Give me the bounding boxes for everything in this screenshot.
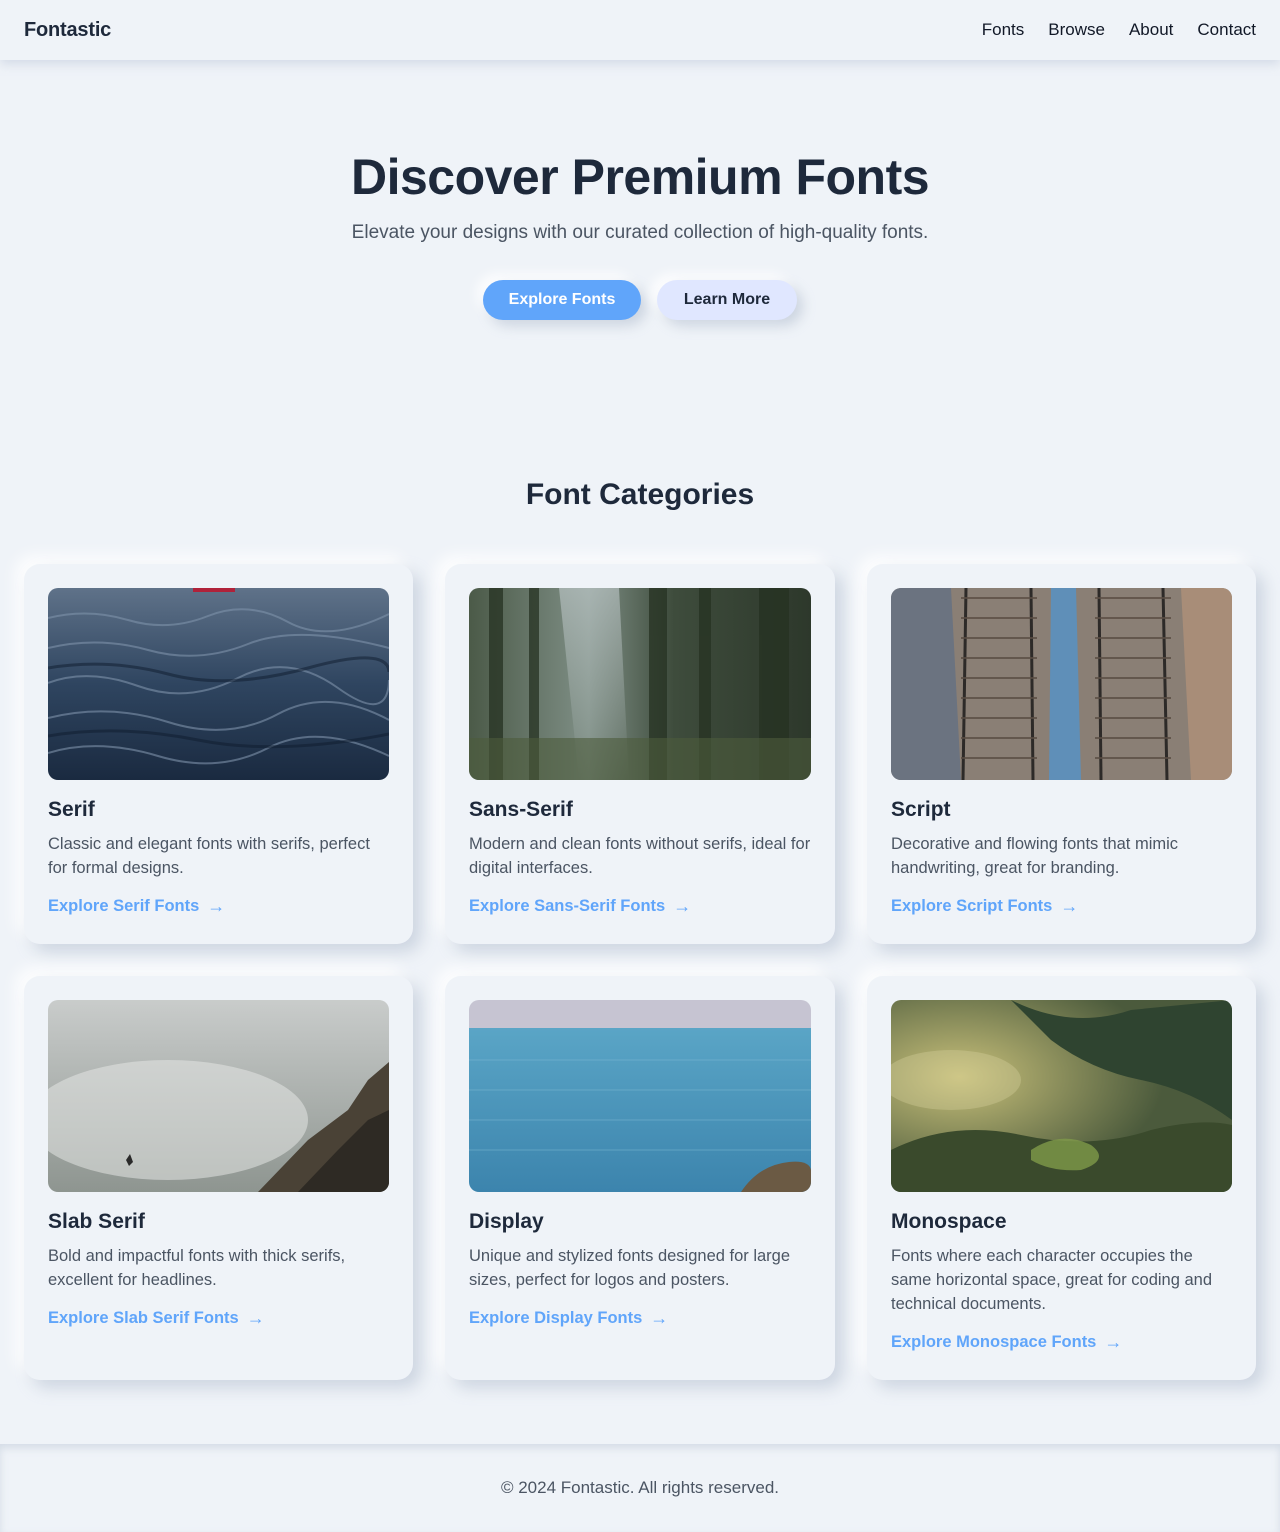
- misty-cliff-image: [48, 1000, 389, 1192]
- card-description: Decorative and flowing fonts that mimic …: [891, 835, 1179, 877]
- card-description: Fonts where each character occupies the …: [891, 1247, 1213, 1313]
- hero-actions: Explore Fonts Learn More: [0, 280, 1280, 320]
- card-link-label: Explore Monospace Fonts: [891, 1333, 1097, 1351]
- category-card-display: Display Unique and stylized fonts design…: [445, 976, 835, 1380]
- category-card-serif: Serif Classic and elegant fonts with ser…: [24, 564, 413, 944]
- arrow-right-icon: →: [1060, 896, 1079, 916]
- ocean-waves-image: [48, 588, 389, 780]
- nav-link-fonts[interactable]: Fonts: [982, 20, 1025, 40]
- card-description: Bold and impactful fonts with thick seri…: [48, 1247, 346, 1289]
- card-title: Script: [891, 798, 951, 821]
- card-link-label: Explore Serif Fonts: [48, 897, 200, 915]
- card-description: Modern and clean fonts without serifs, i…: [469, 835, 811, 877]
- card-link-label: Explore Sans-Serif Fonts: [469, 897, 666, 915]
- site-footer: © 2024 Fontastic. All rights reserved.: [0, 1444, 1280, 1532]
- explore-serif-link[interactable]: Explore Serif Fonts →: [48, 896, 389, 917]
- explore-script-link[interactable]: Explore Script Fonts →: [891, 896, 1232, 917]
- arrow-right-icon: →: [1104, 1332, 1123, 1352]
- foggy-forest-image: [891, 1000, 1232, 1192]
- card-description: Unique and stylized fonts designed for l…: [469, 1247, 791, 1289]
- explore-display-link[interactable]: Explore Display Fonts →: [469, 1308, 811, 1329]
- card-title: Monospace: [891, 1210, 1007, 1233]
- nav-link-contact[interactable]: Contact: [1197, 20, 1256, 40]
- brand-logo[interactable]: Fontastic: [24, 19, 111, 42]
- nav-link-about[interactable]: About: [1129, 20, 1173, 40]
- card-title: Sans-Serif: [469, 798, 573, 821]
- explore-slab-serif-link[interactable]: Explore Slab Serif Fonts →: [48, 1308, 389, 1329]
- category-card-sans-serif: Sans-Serif Modern and clean fonts withou…: [445, 564, 835, 944]
- category-card-monospace: Monospace Fonts where each character occ…: [867, 976, 1256, 1380]
- hero-subtitle: Elevate your designs with our curated co…: [351, 222, 929, 243]
- arrow-right-icon: →: [207, 896, 226, 916]
- nav-link-browse[interactable]: Browse: [1048, 20, 1105, 40]
- explore-monospace-link[interactable]: Explore Monospace Fonts →: [891, 1332, 1232, 1353]
- category-card-slab-serif: Slab Serif Bold and impactful fonts with…: [24, 976, 413, 1380]
- card-link-label: Explore Slab Serif Fonts: [48, 1309, 239, 1327]
- arrow-right-icon: →: [246, 1308, 265, 1328]
- card-link-label: Explore Script Fonts: [891, 897, 1053, 915]
- arrow-right-icon: →: [650, 1308, 669, 1328]
- hero-title: Discover Premium Fonts: [350, 149, 930, 205]
- learn-more-button[interactable]: Learn More: [657, 280, 797, 320]
- card-title: Display: [469, 1210, 544, 1233]
- category-card-script: Script Decorative and flowing fonts that…: [867, 564, 1256, 944]
- card-link-label: Explore Display Fonts: [469, 1309, 643, 1327]
- arrow-right-icon: →: [673, 896, 692, 916]
- card-title: Serif: [48, 798, 95, 821]
- sea-horizon-image: [469, 1000, 811, 1192]
- category-grid: Serif Classic and elegant fonts with ser…: [24, 564, 1256, 1380]
- explore-fonts-button[interactable]: Explore Fonts: [483, 280, 641, 320]
- card-title: Slab Serif: [48, 1210, 145, 1233]
- main-nav: Fonts Browse About Contact: [982, 20, 1256, 40]
- forest-light-image: [469, 588, 811, 780]
- copyright-text: © 2024 Fontastic. All rights reserved.: [500, 1478, 780, 1497]
- railway-tracks-image: [891, 588, 1232, 780]
- section-title: Font Categories: [525, 478, 755, 511]
- card-description: Classic and elegant fonts with serifs, p…: [48, 835, 370, 877]
- explore-sans-serif-link[interactable]: Explore Sans-Serif Fonts →: [469, 896, 811, 917]
- site-header: Fontastic Fonts Browse About Contact: [0, 0, 1280, 60]
